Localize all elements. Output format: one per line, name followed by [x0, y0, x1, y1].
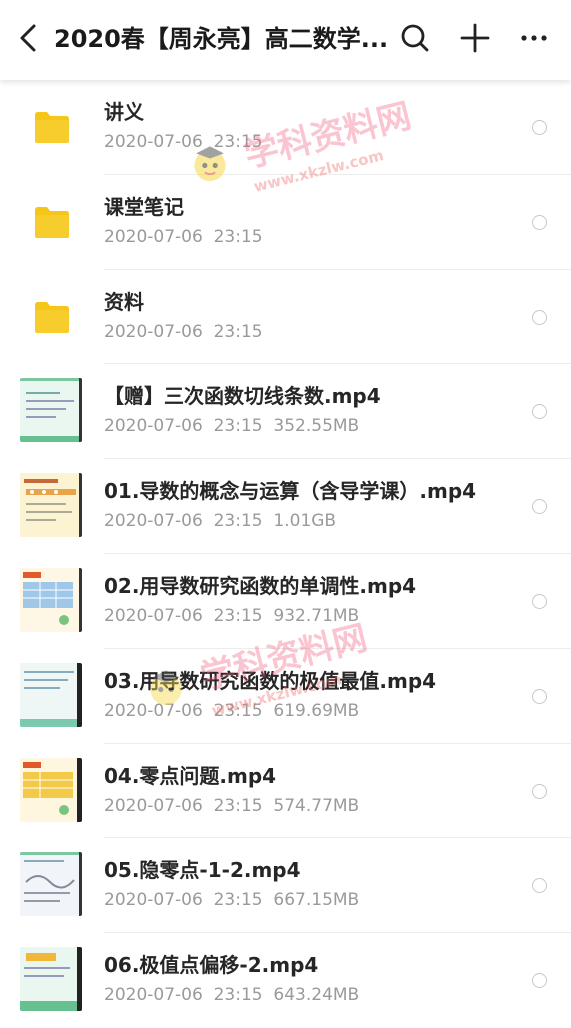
select-radio[interactable]: [532, 878, 547, 894]
back-chevron-icon[interactable]: [14, 20, 44, 56]
list-item[interactable]: 05.隐零点-1-2.mp4 2020-07-06 23:15 667.15MB: [0, 838, 571, 934]
item-meta: 2020-07-06 23:15 574.77MB: [104, 795, 360, 816]
item-meta: 2020-07-06 23:15 1.01GB: [104, 511, 337, 532]
item-meta: 2020-07-06 23:15: [104, 226, 263, 247]
list-item[interactable]: 02.用导数研究函数的单调性.mp4 2020-07-06 23:15 932.…: [0, 554, 571, 649]
list-item[interactable]: 课堂笔记 2020-07-06 23:15: [0, 175, 571, 270]
item-meta: 2020-07-06 23:15 352.55MB: [104, 416, 360, 437]
select-radio[interactable]: [532, 120, 547, 135]
item-name: 06.极值点偏移-2.mp4: [104, 953, 319, 978]
folder-icon: [35, 112, 69, 143]
item-meta: 2020-07-06 23:15 667.15MB: [104, 890, 360, 911]
item-name: 课堂笔记: [104, 194, 184, 219]
list-item[interactable]: 04.零点问题.mp4 2020-07-06 23:15 574.77MB: [0, 744, 571, 839]
video-thumbnail-icon: [20, 757, 82, 822]
item-meta: 2020-07-06 23:15 619.69MB: [104, 700, 360, 721]
item-name: 02.用导数研究函数的单调性.mp4: [104, 573, 417, 598]
select-radio[interactable]: [532, 499, 547, 515]
video-thumbnail-icon: [20, 378, 82, 443]
list-item[interactable]: 讲义 2020-07-06 23:15: [0, 80, 571, 175]
list-item[interactable]: 资料 2020-07-06 23:15: [0, 270, 571, 365]
item-name: 03.用导数研究函数的极值最值.mp4: [104, 668, 437, 693]
select-radio[interactable]: [532, 783, 547, 799]
page-title: 2020春【周永亮】高二数学...: [54, 25, 389, 53]
item-name: 资料: [104, 289, 144, 314]
select-radio[interactable]: [532, 404, 547, 420]
folder-icon: [35, 301, 69, 333]
item-name: 05.隐零点-1-2.mp4: [104, 858, 301, 883]
select-radio[interactable]: [532, 688, 547, 704]
item-name: 04.零点问题.mp4: [104, 763, 277, 788]
search-icon[interactable]: [397, 20, 433, 56]
item-name: 讲义: [104, 100, 144, 124]
select-radio[interactable]: [532, 593, 547, 609]
select-radio[interactable]: [532, 309, 547, 325]
item-meta: 2020-07-06 23:15 932.71MB: [104, 605, 360, 626]
top-bar: 2020春【周永亮】高二数学...: [0, 0, 571, 80]
more-dots-icon[interactable]: [516, 20, 552, 56]
video-thumbnail-icon: [20, 473, 82, 538]
list-item[interactable]: 06.极值点偏移-2.mp4 2020-07-06 23:15 643.24MB: [0, 933, 571, 1028]
video-thumbnail-icon: [20, 852, 82, 917]
item-meta: 2020-07-06 23:15: [104, 321, 263, 342]
video-thumbnail-icon: [20, 662, 82, 727]
item-meta: 2020-07-06 23:15: [104, 132, 263, 152]
item-meta: 2020-07-06 23:15 643.24MB: [104, 985, 360, 1006]
item-name: 01.导数的概念与运算（含导学课）.mp4: [104, 479, 477, 504]
select-radio[interactable]: [532, 973, 547, 989]
list-item[interactable]: 01.导数的概念与运算（含导学课）.mp4 2020-07-06 23:15 1…: [0, 459, 571, 554]
folder-icon: [35, 206, 69, 238]
video-thumbnail-icon: [20, 947, 82, 1012]
video-thumbnail-icon: [20, 567, 82, 632]
list-item[interactable]: 03.用导数研究函数的极值最值.mp4 2020-07-06 23:15 619…: [0, 649, 571, 744]
item-name: 【赠】三次函数切线条数.mp4: [104, 384, 381, 409]
select-radio[interactable]: [532, 214, 547, 230]
plus-icon[interactable]: [457, 20, 493, 56]
file-list: 讲义 2020-07-06 23:15 课堂笔记 2020-07-06 23:1…: [0, 80, 571, 1028]
list-item[interactable]: 【赠】三次函数切线条数.mp4 2020-07-06 23:15 352.55M…: [0, 364, 571, 460]
